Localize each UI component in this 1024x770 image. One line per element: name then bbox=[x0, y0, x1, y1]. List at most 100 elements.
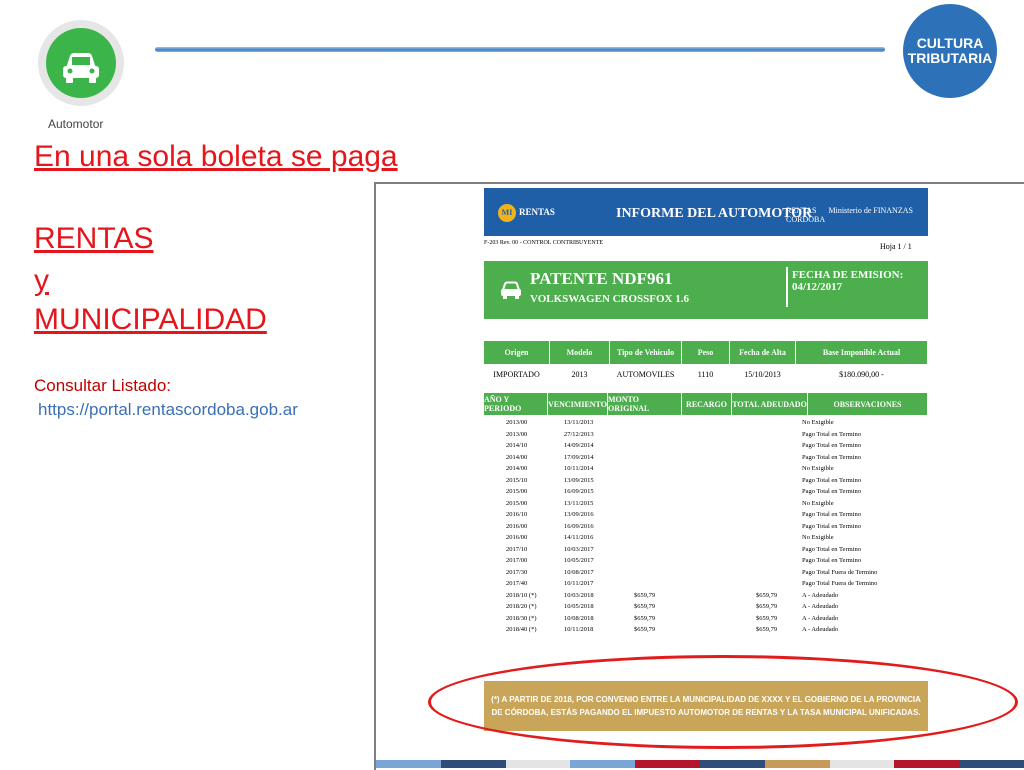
cell-obs: No Exigible bbox=[802, 465, 834, 472]
table-row: 2017/30 10/08/2017 Pago Total Fuera de Ter… bbox=[484, 569, 928, 581]
table-row: 2018/40 (*) 10/11/2018 $659,79 $659,79 A - A… bbox=[484, 626, 928, 638]
cell-due: 27/12/2013 bbox=[564, 430, 594, 438]
badge-line-1: CULTURA bbox=[916, 35, 984, 51]
cell-due: 17/09/2014 bbox=[564, 453, 594, 461]
cell-obs: A - Adeudado bbox=[802, 614, 839, 622]
cell-obs: A - Adeudado bbox=[802, 591, 839, 599]
emission-date: FECHA DE EMISION: 04/12/2017 bbox=[792, 269, 904, 293]
report-header: MI RENTAS INFORME DEL AUTOMOTOR RENTAS Mi… bbox=[484, 188, 928, 236]
table-row: 2016/00 16/09/2016 Pago Total en Termino bbox=[484, 523, 928, 535]
cell-period: 2017/10 bbox=[506, 545, 528, 553]
rentas-label: RENTAS bbox=[34, 222, 154, 255]
cell-modelo: 2013 bbox=[550, 366, 610, 382]
report-title: INFORME DEL AUTOMOTOR bbox=[616, 206, 813, 221]
cell-due: 13/09/2016 bbox=[564, 511, 594, 518]
cell-obs: Pago Total en Termino bbox=[802, 476, 861, 484]
cell-due: 10/08/2018 bbox=[564, 614, 594, 622]
vehicle-table-row: IMPORTADO 2013 AUTOMOVILES 1110 15/10/20… bbox=[484, 366, 928, 382]
cell-period: 2015/00 bbox=[506, 488, 528, 495]
col-tipo: Tipo de Vehiculo bbox=[610, 341, 682, 364]
col-total-adeudado: TOTAL ADEUDADO bbox=[732, 393, 808, 415]
report-brand: MI RENTAS bbox=[498, 204, 555, 222]
cell-due: 10/03/2017 bbox=[564, 545, 594, 553]
municipalidad-label: MUNICIPALIDAD bbox=[34, 303, 267, 336]
table-row: 2016/00 14/11/2016 No Exigible bbox=[484, 534, 928, 546]
cell-obs: Pago Total Fuera de Termino bbox=[802, 580, 878, 587]
cell-due: 13/09/2015 bbox=[564, 476, 594, 484]
cell-total: $659,79 bbox=[756, 591, 778, 599]
page-title: En una sola boleta se paga bbox=[34, 140, 398, 173]
header-divider bbox=[155, 47, 885, 52]
cell-obs: No Exigible bbox=[802, 534, 834, 541]
col-base-imponible: Base Imponible Actual bbox=[796, 341, 928, 364]
cell-total: $659,79 bbox=[756, 614, 778, 622]
cordoba-logo: CÓRDOBA bbox=[786, 215, 826, 224]
cell-due: 10/08/2017 bbox=[564, 568, 594, 576]
cell-due: 14/09/2014 bbox=[564, 442, 594, 449]
col-fecha-alta: Fecha de Alta bbox=[730, 341, 796, 364]
cell-due: 10/11/2017 bbox=[564, 580, 594, 587]
cell-period: 2014/10 bbox=[506, 442, 528, 449]
cell-due: 10/03/2018 bbox=[564, 591, 594, 599]
mi-rentas-icon: MI bbox=[498, 204, 516, 222]
cell-obs: A - Adeudado bbox=[802, 603, 839, 610]
finanzas-logo: Ministerio de FINANZAS bbox=[828, 206, 913, 215]
cell-obs: Pago Total en Termino bbox=[802, 442, 861, 449]
cell-due: 10/11/2014 bbox=[564, 465, 594, 472]
car-logo-icon bbox=[46, 28, 116, 98]
table-row: 2013/00 13/11/2013 No Exigible bbox=[484, 419, 928, 431]
cell-peso: 1110 bbox=[682, 366, 730, 382]
table-row: 2017/10 10/03/2017 Pago Total en Termino bbox=[484, 546, 928, 558]
cell-due: 13/11/2015 bbox=[564, 499, 594, 507]
cell-period: 2015/00 bbox=[506, 499, 528, 507]
cell-origen: IMPORTADO bbox=[484, 366, 550, 382]
app-label: Automotor bbox=[48, 117, 104, 131]
col-monto-original: MONTO ORIGINAL bbox=[608, 393, 682, 415]
cell-obs: Pago Total en Termino bbox=[802, 511, 861, 518]
footer-color-strip bbox=[376, 760, 1024, 768]
table-row: 2016/10 13/09/2016 Pago Total en Termino bbox=[484, 511, 928, 523]
portal-link[interactable]: https://portal.rentascordoba.gob.ar bbox=[38, 400, 298, 420]
cell-amount: $659,79 bbox=[634, 626, 656, 633]
cell-obs: Pago Total Fuera de Termino bbox=[802, 568, 878, 576]
col-observaciones: OBSERVACIONES bbox=[808, 393, 928, 415]
cell-due: 10/05/2018 bbox=[564, 603, 594, 610]
cell-total: $659,79 bbox=[756, 626, 778, 633]
page-number: Hoja 1 / 1 bbox=[880, 242, 912, 251]
cell-obs: No Exigible bbox=[802, 419, 834, 426]
footer-segment bbox=[959, 760, 1024, 768]
vehicle-model: VOLKSWAGEN CROSSFOX 1.6 bbox=[530, 293, 690, 305]
footer-segment bbox=[764, 760, 830, 768]
col-vencimiento: VENCIMIENTO bbox=[548, 393, 608, 415]
form-code: F-203 Rev. 00 - CONTROL CONTRIBUYENTE bbox=[484, 240, 604, 246]
col-modelo: Modelo bbox=[550, 341, 610, 364]
movements-table-body: 2013/00 13/11/2013 No Exigible 2013/00 27/12… bbox=[484, 419, 928, 638]
cell-due: 14/11/2016 bbox=[564, 534, 594, 541]
col-peso: Peso bbox=[682, 341, 730, 364]
cell-due: 10/05/2017 bbox=[564, 557, 594, 564]
automotor-logo bbox=[38, 20, 124, 106]
cell-obs: Pago Total en Termino bbox=[802, 430, 861, 438]
footer-segment bbox=[570, 760, 636, 768]
table-row: 2015/00 13/11/2015 No Exigible bbox=[484, 500, 928, 512]
cell-period: 2014/00 bbox=[506, 453, 528, 461]
cell-period: 2013/00 bbox=[506, 430, 528, 438]
table-row: 2017/00 10/05/2017 Pago Total en Termino bbox=[484, 557, 928, 569]
footer-segment bbox=[440, 760, 506, 768]
cell-period: 2018/10 (*) bbox=[506, 591, 537, 599]
cell-obs: No Exigible bbox=[802, 499, 834, 507]
table-row: 2017/40 10/11/2017 Pago Total Fuera de Ter… bbox=[484, 580, 928, 592]
cell-total: $659,79 bbox=[756, 603, 778, 610]
footer-segment bbox=[376, 760, 441, 768]
cell-base-imponible: $180.090,00 - bbox=[796, 366, 928, 382]
col-origen: Origen bbox=[484, 341, 550, 364]
footer-segment bbox=[829, 760, 895, 768]
cell-period: 2013/00 bbox=[506, 419, 528, 426]
cell-obs: Pago Total en Termino bbox=[802, 488, 861, 495]
plate-number: PATENTE NDF961 bbox=[530, 269, 673, 288]
badge-line-2: TRIBUTARIA bbox=[907, 50, 993, 66]
report-logos: RENTAS Ministerio de FINANZAS CÓRDOBA bbox=[786, 206, 928, 224]
cell-due: 13/11/2013 bbox=[564, 419, 594, 426]
cell-fecha-alta: 15/10/2013 bbox=[730, 366, 796, 382]
table-row: 2018/10 (*) 10/03/2018 $659,79 $659,79 A - A… bbox=[484, 592, 928, 604]
